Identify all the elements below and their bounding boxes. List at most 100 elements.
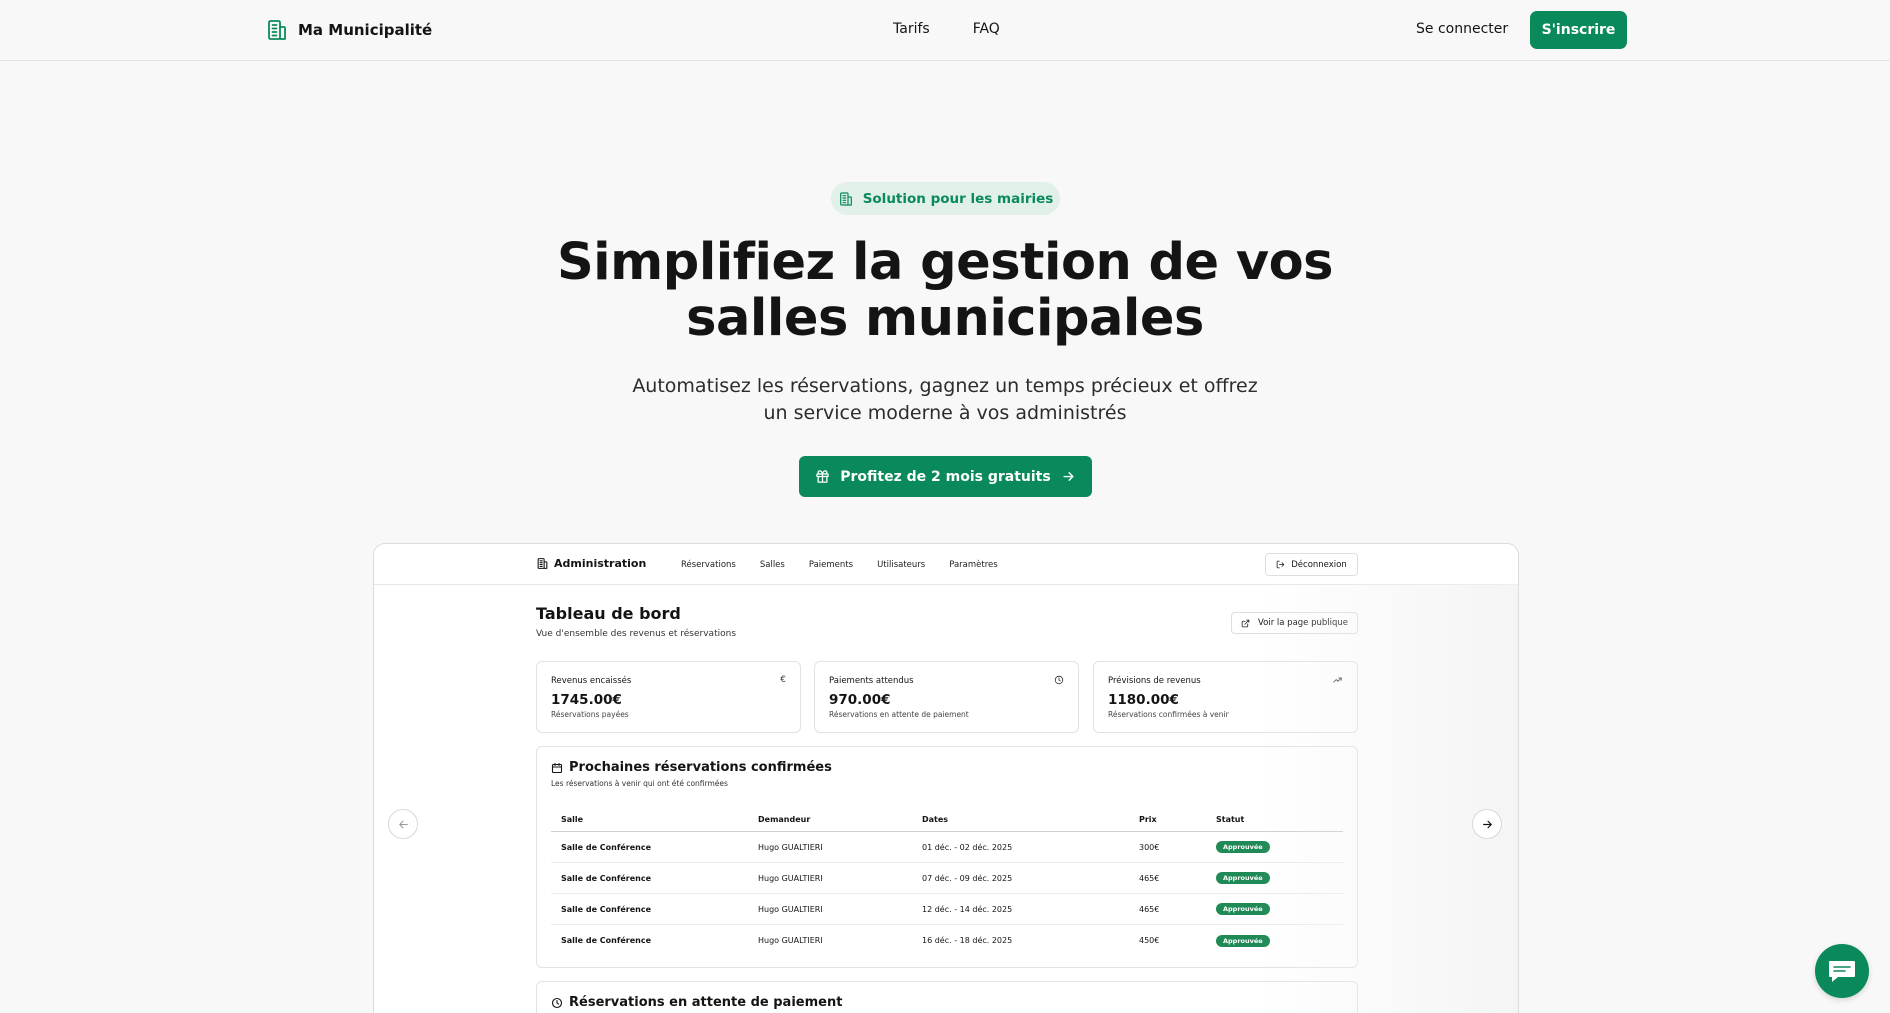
- logout-label: Déconnexion: [1291, 559, 1347, 570]
- column-header-prix: Prix: [1139, 815, 1157, 824]
- hero-title: Simplifiez la gestion de vos salles muni…: [445, 235, 1445, 347]
- cell-prix: 465€: [1139, 873, 1160, 883]
- cell-prix: 300€: [1139, 842, 1160, 852]
- status-badge: Approuvée: [1216, 934, 1270, 947]
- arrow-left-icon: [398, 820, 408, 828]
- table-row[interactable]: Salle de Conférence Hugo GUALTIERI 07 dé…: [551, 863, 1343, 894]
- signup-button[interactable]: S'inscrire: [1530, 11, 1627, 49]
- hero-title-line-1: Simplifiez la gestion de vos: [556, 233, 1334, 292]
- admin-menu-parametres[interactable]: Paramètres: [949, 560, 997, 570]
- logout-icon: [1276, 560, 1285, 569]
- dashboard-subtitle: Vue d'ensemble des revenus et réservatio…: [536, 629, 737, 639]
- hero-subtitle-line-1: Automatisez les réservations, gagnez un …: [632, 375, 1258, 397]
- stat-note: Réservations en attente de paiement: [829, 710, 969, 719]
- cell-prix: 465€: [1139, 904, 1160, 914]
- hero-subtitle-line-2: un service moderne à vos administrés: [763, 402, 1127, 424]
- stat-card-previsions: Prévisions de revenus 1180.00€ Réservati…: [1093, 661, 1358, 733]
- arrow-right-icon: [1063, 472, 1074, 481]
- brand-name: Ma Municipalité: [298, 21, 433, 39]
- chat-widget-button[interactable]: [1815, 944, 1869, 998]
- carousel-prev-button[interactable]: [388, 809, 418, 839]
- cell-statut: Approuvée: [1216, 863, 1270, 893]
- admin-menu: Réservations Salles Paiements Utilisateu…: [681, 560, 998, 570]
- stat-note: Réservations payées: [551, 710, 629, 719]
- column-header-dates: Dates: [922, 815, 949, 824]
- stat-label: Paiements attendus: [829, 676, 914, 686]
- building-icon: [839, 191, 852, 206]
- building-icon: [268, 20, 286, 40]
- clock-icon: [1054, 675, 1064, 688]
- view-public-page-label: Voir la page publique: [1257, 618, 1349, 628]
- arrow-right-icon: [1482, 820, 1492, 828]
- dashboard-title: Tableau de bord: [536, 604, 681, 623]
- stat-value: 1745.00€: [551, 692, 622, 708]
- column-header-statut: Statut: [1216, 815, 1245, 824]
- hero-badge: Solution pour les mairies: [831, 182, 1060, 215]
- stat-value: 1180.00€: [1108, 692, 1179, 708]
- admin-brand[interactable]: Administration: [536, 557, 646, 570]
- admin-menu-salles[interactable]: Salles: [760, 560, 785, 570]
- cell-prix: 450€: [1139, 936, 1160, 945]
- upcoming-reservations-title: Prochaines réservations confirmées: [551, 760, 832, 775]
- upcoming-reservations-card: Prochaines réservations confirmées Les r…: [536, 746, 1358, 968]
- stat-label: Prévisions de revenus: [1108, 676, 1201, 686]
- euro-icon: €: [780, 675, 786, 685]
- building-icon: [537, 558, 548, 569]
- stat-label: Revenus encaissés: [551, 676, 632, 686]
- status-badge: Approuvée: [1216, 903, 1270, 915]
- table-row[interactable]: Salle de Conférence Hugo GUALTIERI 01 dé…: [551, 832, 1343, 863]
- admin-menu-paiements[interactable]: Paiements: [809, 560, 853, 570]
- view-public-page-button[interactable]: Voir la page publique: [1231, 612, 1358, 634]
- calendar-icon: [551, 762, 563, 773]
- upcoming-reservations-subtitle: Les réservations à venir qui ont été con…: [551, 779, 728, 788]
- cell-dates: 16 déc. - 18 déc. 2025: [922, 936, 1013, 945]
- cell-salle: Salle de Conférence: [561, 904, 651, 914]
- cta-label: Profitez de 2 mois gratuits: [840, 468, 1051, 485]
- column-header-salle: Salle: [561, 815, 584, 824]
- logout-button[interactable]: Déconnexion: [1265, 553, 1358, 576]
- cell-salle: Salle de Conférence: [561, 842, 651, 852]
- table-row[interactable]: Salle de Conférence Hugo GUALTIERI 16 dé…: [551, 925, 1343, 956]
- external-link-icon: [1241, 619, 1250, 627]
- table-row[interactable]: Salle de Conférence Hugo GUALTIERI 12 dé…: [551, 894, 1343, 925]
- cell-dates: 07 déc. - 09 déc. 2025: [922, 873, 1013, 883]
- table-header: Salle Demandeur Dates Prix Statut: [551, 807, 1343, 832]
- cell-statut: Approuvée: [1216, 832, 1270, 862]
- free-trial-cta-button[interactable]: Profitez de 2 mois gratuits: [799, 456, 1092, 497]
- gift-icon: [816, 470, 830, 483]
- hero-subtitle: Automatisez les réservations, gagnez un …: [595, 373, 1295, 427]
- top-navbar: Ma Municipalité Tarifs FAQ Se connecter …: [0, 0, 1890, 61]
- status-badge: Approuvée: [1216, 872, 1270, 884]
- column-header-demandeur: Demandeur: [758, 815, 811, 824]
- cell-dates: 01 déc. - 02 déc. 2025: [922, 842, 1013, 852]
- main-nav: Tarifs FAQ: [893, 21, 1000, 37]
- nav-link-faq[interactable]: FAQ: [973, 21, 1000, 37]
- upcoming-reservations-title-label: Prochaines réservations confirmées: [569, 760, 832, 775]
- cell-demandeur: Hugo GUALTIERI: [758, 842, 823, 852]
- cell-demandeur: Hugo GUALTIERI: [758, 873, 823, 883]
- admin-menu-utilisateurs[interactable]: Utilisateurs: [877, 560, 925, 570]
- cell-statut: Approuvée: [1216, 925, 1270, 956]
- stat-card-paiements: Paiements attendus 970.00€ Réservations …: [814, 661, 1079, 733]
- admin-menu-reservations[interactable]: Réservations: [681, 560, 736, 570]
- dashboard-preview: Administration Réservations Salles Paiem…: [373, 543, 1519, 1013]
- status-badge: Approuvée: [1216, 841, 1270, 853]
- cell-demandeur: Hugo GUALTIERI: [758, 904, 823, 914]
- chat-icon: [1829, 961, 1855, 982]
- pending-payments-card: Réservations en attente de paiement: [536, 981, 1358, 1013]
- cell-demandeur: Hugo GUALTIERI: [758, 936, 823, 945]
- stat-value: 970.00€: [829, 692, 891, 708]
- trend-up-icon: [1332, 675, 1343, 688]
- clock-icon: [551, 997, 563, 1008]
- login-link[interactable]: Se connecter: [1416, 21, 1508, 37]
- hero-title-line-2: salles municipales: [686, 289, 1204, 348]
- brand-logo-link[interactable]: Ma Municipalité: [265, 18, 432, 42]
- cell-salle: Salle de Conférence: [561, 873, 651, 883]
- carousel-next-button[interactable]: [1472, 809, 1502, 839]
- stat-card-revenus: Revenus encaissés € 1745.00€ Réservation…: [536, 661, 801, 733]
- admin-brand-label: Administration: [554, 557, 647, 570]
- cell-salle: Salle de Conférence: [561, 936, 651, 945]
- pending-payments-title: Réservations en attente de paiement: [551, 995, 842, 1010]
- nav-link-tarifs[interactable]: Tarifs: [893, 21, 930, 37]
- admin-navbar: Administration Réservations Salles Paiem…: [374, 544, 1518, 585]
